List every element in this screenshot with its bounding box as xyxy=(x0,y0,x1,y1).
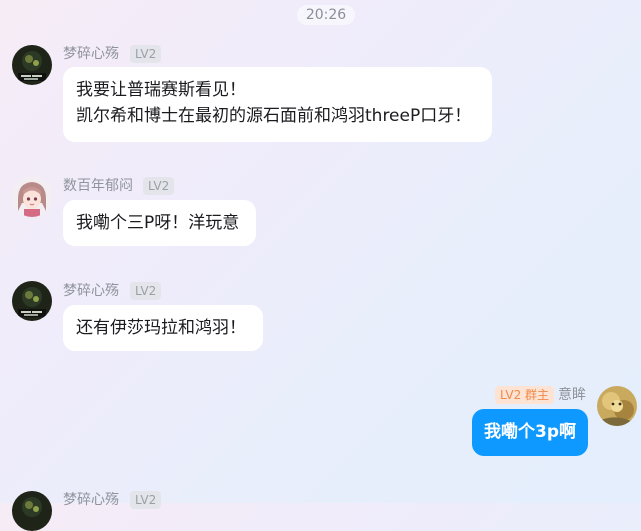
message-text-line: 还有伊莎玛拉和鸿羽！ xyxy=(76,318,246,338)
avatar[interactable] xyxy=(597,386,637,426)
sender-name[interactable]: 梦碎心殇 xyxy=(63,491,119,509)
avatar[interactable] xyxy=(12,281,52,321)
message-text-line: 我要让普瑞赛斯看见！ xyxy=(76,80,246,100)
message-bubble[interactable]: 我嘞个三P呀！洋玩意 xyxy=(63,200,256,246)
message-bubble[interactable]: 还有伊莎玛拉和鸿羽！ xyxy=(63,305,263,351)
message-bubble[interactable]: 我要让普瑞赛斯看见！ 凯尔希和博士在最初的源石面前和鸿羽threeP口牙！ xyxy=(63,67,492,142)
level-badge: LV2 xyxy=(130,282,162,300)
message-text-line: 凯尔希和博士在最初的源石面前和鸿羽threeP口牙！ xyxy=(76,106,472,126)
owner-level-badge: LV2 群主 xyxy=(495,386,555,404)
message-text-line: 我嘞个三P呀！洋玩意 xyxy=(76,213,240,233)
message-bubble-self[interactable]: 我嘞个3p啊 xyxy=(472,409,588,456)
sender-name[interactable]: 梦碎心殇 xyxy=(63,45,119,63)
sender-name[interactable]: 意眸 xyxy=(558,386,586,404)
message-text-line: 我嘞个3p啊 xyxy=(484,422,576,442)
level-badge: LV2 xyxy=(130,45,162,63)
sender-name[interactable]: 数百年郁闷 xyxy=(63,177,133,195)
sender-name[interactable]: 梦碎心殇 xyxy=(63,282,119,300)
level-badge: LV2 xyxy=(130,491,162,509)
avatar[interactable] xyxy=(12,177,52,217)
level-badge: LV2 xyxy=(143,177,175,195)
avatar[interactable] xyxy=(12,45,52,85)
avatar[interactable] xyxy=(12,491,52,531)
timestamp-divider: 20:26 xyxy=(297,5,355,25)
